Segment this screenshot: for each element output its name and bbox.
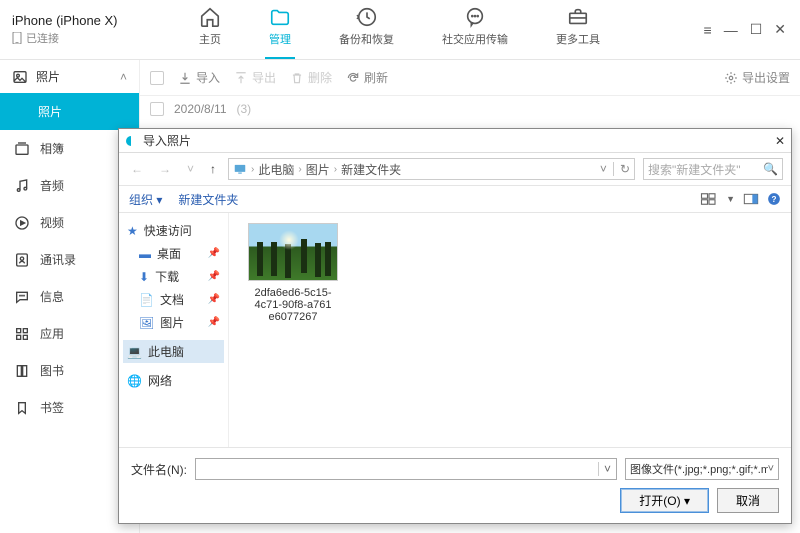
date-label: 2020/8/11	[174, 102, 227, 116]
top-nav: 主页 管理 备份和恢复 社交应用传输 更多工具	[140, 0, 704, 59]
dialog-footer: 文件名(N): ˅ 图像文件(*.jpg;*.png;*.gif;*.m ˅ 打…	[119, 447, 791, 523]
folder-tree: ★快速访问 ▬桌面📌 ⬇下载📌 📄文档📌 🖼图片📌 💻此电脑 🌐网络	[119, 213, 229, 447]
date-group[interactable]: 2020/8/11 (3)	[140, 96, 800, 122]
filename-field[interactable]	[196, 462, 598, 476]
tree-documents[interactable]: 📄文档📌	[123, 288, 224, 311]
video-icon	[14, 215, 30, 231]
minimize-button[interactable]: ―	[724, 22, 738, 38]
dialog-close-button[interactable]: ✕	[775, 134, 785, 148]
import-icon	[178, 71, 192, 85]
contacts-icon	[14, 252, 30, 268]
tree-desktop[interactable]: ▬桌面📌	[123, 242, 224, 265]
file-list: 2dfa6ed6-5c15- 4c71-90f8-a761 e6077267	[229, 213, 791, 447]
crumb-refresh-icon[interactable]: ↻	[613, 162, 630, 176]
svg-text:?: ?	[772, 195, 777, 204]
export-settings-button[interactable]: 导出设置	[724, 69, 790, 86]
dialog-titlebar: 导入照片 ✕	[119, 129, 791, 153]
toolbar: 导入 导出 删除 刷新 导出设置	[140, 60, 800, 96]
filename-input[interactable]: ˅	[195, 458, 617, 480]
nav-tools[interactable]: 更多工具	[552, 0, 604, 59]
backup-icon	[356, 6, 378, 28]
breadcrumb[interactable]: › 此电脑 › 图片 › 新建文件夹 ˅ ↻	[228, 158, 635, 180]
export-icon	[234, 71, 248, 85]
device-name: iPhone (iPhone X)	[12, 13, 128, 28]
search-icon: 🔍	[763, 162, 778, 176]
date-count: (3)	[237, 102, 252, 116]
export-button[interactable]: 导出	[234, 69, 276, 86]
device-info: iPhone (iPhone X) 已连接	[0, 5, 140, 54]
nav-up-button[interactable]: ↑	[206, 160, 220, 178]
nav-back-button[interactable]: ←	[127, 160, 147, 178]
newfolder-button[interactable]: 新建文件夹	[178, 191, 238, 208]
device-status: 已连接	[12, 30, 128, 46]
delete-button[interactable]: 删除	[290, 69, 332, 86]
open-button[interactable]: 打开(O) ▾	[620, 488, 709, 513]
select-all-checkbox[interactable]	[150, 71, 164, 85]
filetype-filter[interactable]: 图像文件(*.jpg;*.png;*.gif;*.m ˅	[625, 458, 779, 480]
chat-icon	[464, 6, 486, 28]
dialog-nav: ← → ˅ ↑ › 此电脑 › 图片 › 新建文件夹 ˅ ↻ 搜索"新建文件夹"…	[119, 153, 791, 185]
apps-icon	[14, 326, 30, 342]
nav-backup[interactable]: 备份和恢复	[335, 0, 398, 59]
app-logo-icon	[125, 135, 137, 147]
file-item[interactable]: 2dfa6ed6-5c15- 4c71-90f8-a761 e6077267	[239, 223, 347, 323]
import-button[interactable]: 导入	[178, 69, 220, 86]
folder-icon	[269, 6, 291, 28]
maximize-button[interactable]: ☐	[750, 21, 763, 38]
message-icon	[14, 289, 30, 305]
book-icon	[14, 363, 30, 379]
view-dropdown-icon[interactable]: ▼	[726, 194, 735, 204]
home-icon	[199, 6, 221, 28]
tree-quick-access[interactable]: ★快速访问	[123, 219, 224, 242]
cancel-button[interactable]: 取消	[717, 488, 779, 513]
nav-home[interactable]: 主页	[195, 0, 225, 59]
pc-icon	[233, 162, 247, 176]
menu-icon[interactable]: ≡	[704, 22, 712, 38]
dialog-search[interactable]: 搜索"新建文件夹" 🔍	[643, 158, 783, 180]
preview-pane-icon[interactable]	[743, 192, 759, 206]
tree-pictures[interactable]: 🖼图片📌	[123, 311, 224, 334]
nav-manage[interactable]: 管理	[265, 0, 295, 59]
view-icon[interactable]	[700, 192, 718, 206]
organize-button[interactable]: 组织 ▾	[129, 191, 162, 208]
window-controls: ≡ ― ☐ ✕	[704, 21, 800, 38]
tree-this-pc[interactable]: 💻此电脑	[123, 340, 224, 363]
image-icon	[12, 69, 28, 85]
phone-icon	[12, 32, 22, 44]
close-button[interactable]: ✕	[774, 21, 786, 38]
tree-downloads[interactable]: ⬇下载📌	[123, 265, 224, 288]
filename-label: 文件名(N):	[131, 461, 187, 478]
album-icon	[14, 141, 30, 157]
music-icon	[14, 178, 30, 194]
filter-dropdown-icon[interactable]: ˅	[768, 463, 774, 475]
help-icon[interactable]: ?	[767, 192, 781, 206]
nav-history-button[interactable]: ˅	[183, 160, 198, 178]
tree-network[interactable]: 🌐网络	[123, 369, 224, 392]
toolbox-icon	[567, 6, 589, 28]
refresh-icon	[346, 71, 360, 85]
crumb-dropdown-icon[interactable]: ˅	[600, 162, 607, 176]
trash-icon	[290, 71, 304, 85]
sidebar-header-photos[interactable]: 照片 ˄	[0, 60, 139, 93]
file-dialog: 导入照片 ✕ ← → ˅ ↑ › 此电脑 › 图片 › 新建文件夹 ˅ ↻ 搜索…	[118, 128, 792, 524]
dialog-title: 导入照片	[143, 132, 191, 149]
chevron-up-icon: ˄	[120, 70, 127, 84]
sidebar-item-photos[interactable]: 照片	[0, 93, 139, 130]
date-checkbox[interactable]	[150, 102, 164, 116]
bookmark-icon	[14, 400, 30, 416]
refresh-button[interactable]: 刷新	[346, 69, 388, 86]
filename-dropdown-icon[interactable]: ˅	[598, 462, 616, 476]
nav-social[interactable]: 社交应用传输	[438, 0, 512, 59]
nav-forward-button[interactable]: →	[155, 160, 175, 178]
file-thumbnail	[248, 223, 338, 281]
dialog-toolbar: 组织 ▾ 新建文件夹 ▼ ?	[119, 185, 791, 213]
gear-icon	[724, 71, 738, 85]
